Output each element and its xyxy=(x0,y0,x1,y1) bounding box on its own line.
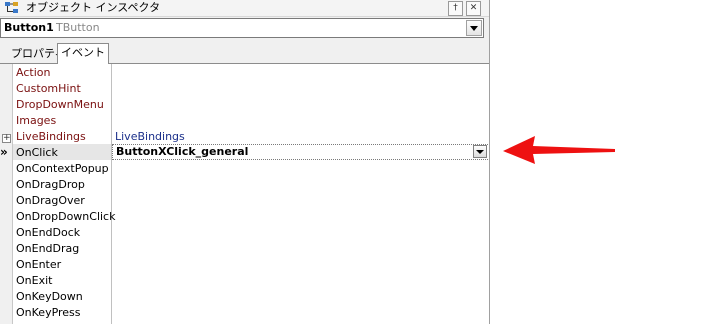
close-icon: ✕ xyxy=(469,3,478,13)
event-name-onkeydown[interactable]: OnKeyDown xyxy=(16,289,83,305)
event-value-livebindings[interactable]: LiveBindings xyxy=(115,129,185,145)
annotation-arrow xyxy=(503,136,615,164)
object-inspector-panel: オブジェクト インスペクタ † ✕ Button1 TButton プロパティ … xyxy=(0,0,490,324)
selected-row-marker: » xyxy=(0,145,8,159)
chevron-down-icon xyxy=(470,26,478,31)
window-title: オブジェクト インスペクタ xyxy=(26,1,161,14)
event-name-onexit[interactable]: OnExit xyxy=(16,273,52,289)
onclick-value-field[interactable]: ButtonXClick_general xyxy=(112,144,489,160)
event-name-images[interactable]: Images xyxy=(16,113,56,129)
pin-button[interactable]: † xyxy=(448,1,463,16)
event-name-ondropdownclick[interactable]: OnDropDownClick xyxy=(16,209,115,225)
component-type: TButton xyxy=(56,21,100,34)
close-button[interactable]: ✕ xyxy=(466,1,481,16)
component-selector[interactable]: Button1 TButton xyxy=(0,18,484,38)
inspector-tabs: プロパティ イベント xyxy=(0,43,489,64)
handler-dropdown-button[interactable] xyxy=(473,145,487,158)
title-bar: オブジェクト インスペクタ † ✕ xyxy=(0,0,489,17)
event-name-customhint[interactable]: CustomHint xyxy=(16,81,81,97)
event-name-ondragover[interactable]: OnDragOver xyxy=(16,193,85,209)
event-name-onenddock[interactable]: OnEndDock xyxy=(16,225,80,241)
events-grid: Action CustomHint DropDownMenu Images LiveBi… xyxy=(12,64,489,324)
event-name-dropdownmenu[interactable]: DropDownMenu xyxy=(16,97,104,113)
event-name-oncontextpopup[interactable]: OnContextPopup xyxy=(16,161,109,177)
plus-icon: + xyxy=(3,133,11,143)
event-name-onenter[interactable]: OnEnter xyxy=(16,257,61,273)
event-name-onkeypress[interactable]: OnKeyPress xyxy=(16,305,81,321)
onclick-handler-value: ButtonXClick_general xyxy=(116,145,249,158)
chevron-down-icon xyxy=(476,150,484,154)
component-name: Button1 xyxy=(4,21,54,34)
event-name-onclick[interactable]: OnClick xyxy=(16,145,58,161)
tab-events[interactable]: イベント xyxy=(57,43,109,64)
expand-livebindings-button[interactable]: + xyxy=(2,134,11,143)
grid-gutter: + » xyxy=(0,64,12,324)
pin-icon: † xyxy=(453,3,458,13)
event-name-ondragdrop[interactable]: OnDragDrop xyxy=(16,177,85,193)
event-name-action[interactable]: Action xyxy=(16,65,50,81)
component-selector-dropdown-button[interactable] xyxy=(466,20,482,36)
object-inspector-icon xyxy=(5,2,18,13)
event-name-livebindings[interactable]: LiveBindings xyxy=(16,129,86,145)
event-name-onenddrag[interactable]: OnEndDrag xyxy=(16,241,79,257)
